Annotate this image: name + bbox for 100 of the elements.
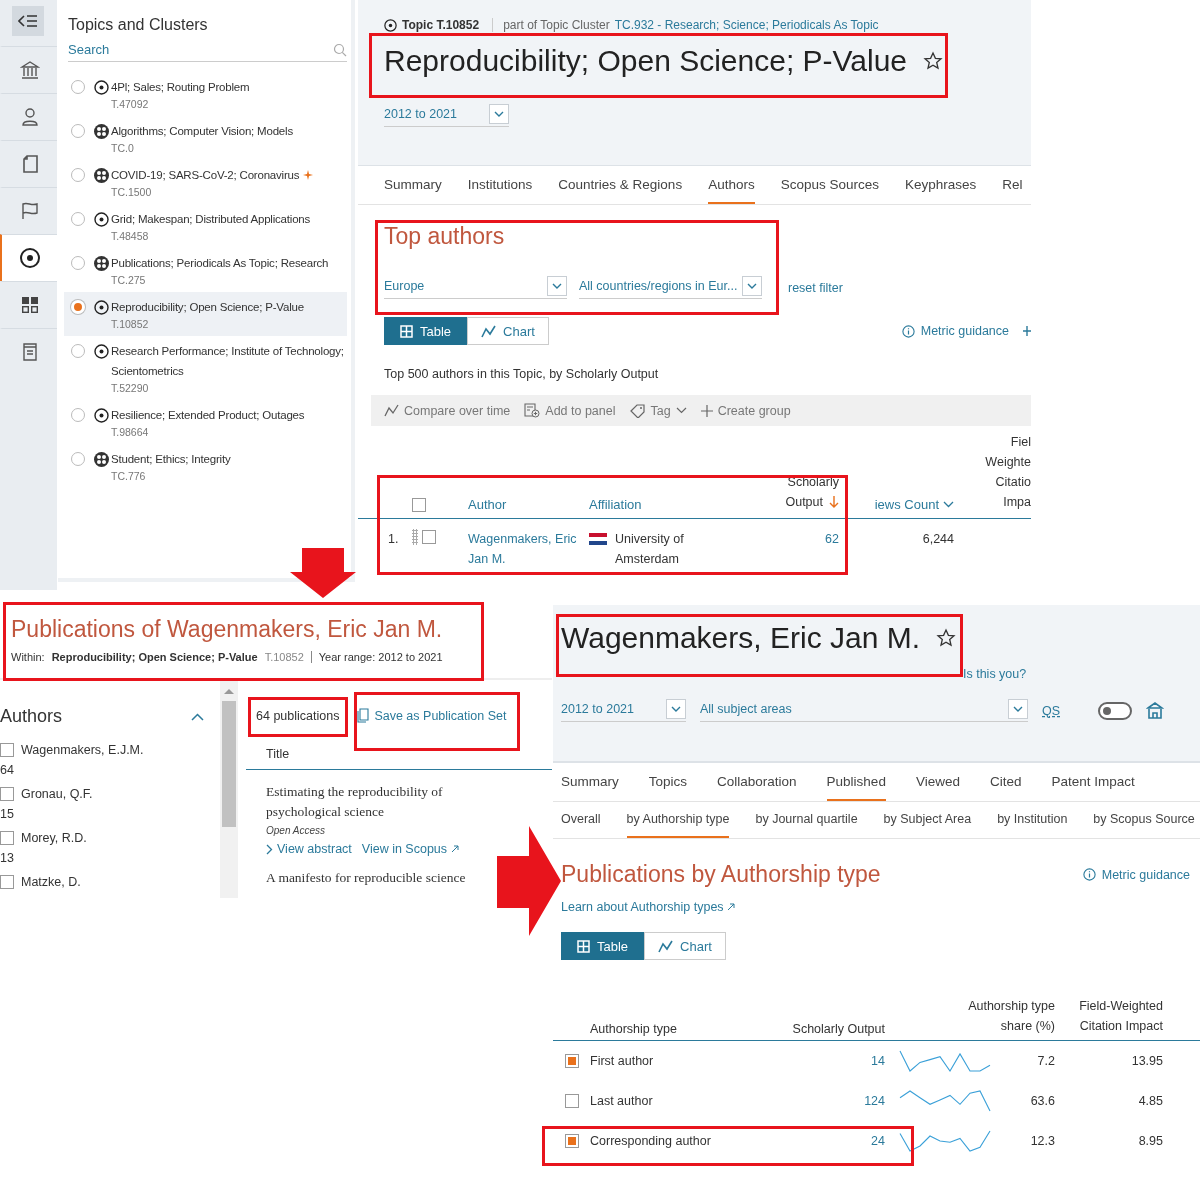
fwci-value: 4.85 xyxy=(1137,1094,1163,1108)
tab[interactable]: Patent Impact xyxy=(1051,763,1135,801)
table-caption: Top 500 authors in this Topic, by Scholarly Output xyxy=(384,367,660,381)
topic-list-item[interactable]: Research Performance; Institute of Technology; Scientometrics T.52290 xyxy=(64,336,347,400)
search-field[interactable]: Search xyxy=(68,40,333,59)
page-title: Publications of Wagenmakers, Eric Jan M. xyxy=(11,616,444,643)
topic-name: 4Pl; Sales; Routing Problem xyxy=(111,80,250,95)
cluster-prefix: part of Topic Cluster xyxy=(492,18,610,32)
topic-list-item[interactable]: Student; Ethics; Integrity TC.776 xyxy=(64,444,347,488)
view-toggle-button[interactable]: Table xyxy=(561,932,645,960)
cluster-link[interactable]: TC.932 - Research; Science; Periodicals As Topic xyxy=(614,18,879,32)
fwci-value: 8.95 xyxy=(1137,1134,1163,1148)
publication-title[interactable]: A manifesto for reproducible science xyxy=(266,868,466,888)
tab[interactable]: Summary xyxy=(384,166,442,204)
access-label: Open Access xyxy=(266,825,327,836)
author-name: Gronau, Q.F. xyxy=(21,787,93,801)
topic-code: TC.275 xyxy=(111,274,147,286)
facet-title: Authors xyxy=(0,706,63,727)
share-value: 63.6 xyxy=(1029,1094,1055,1108)
fwci-value: 13.95 xyxy=(1130,1054,1163,1068)
toolbar-action[interactable]: Tag xyxy=(629,403,687,418)
column-header[interactable]: Scholarly Output xyxy=(785,472,839,512)
topic-code: TC.776 xyxy=(111,470,147,482)
rank-number: 1. xyxy=(387,531,400,548)
column-header: Scholarly Output xyxy=(791,1022,885,1036)
tab[interactable]: Cited xyxy=(989,763,1022,801)
toolbar-action[interactable]: Compare over time xyxy=(384,403,511,418)
topic-code: TC.1500 xyxy=(111,186,153,198)
topic-list-item[interactable]: Publications; Periodicals As Topic; Research TC.275 xyxy=(64,248,347,292)
publication-count: 64 publications xyxy=(256,708,340,723)
view-abstract-link[interactable]: View abstract xyxy=(266,842,352,856)
topic-label: Topic T.10852 xyxy=(402,18,480,32)
tab[interactable]: Published xyxy=(826,763,886,801)
toolbar-action[interactable]: Create group xyxy=(700,403,791,418)
column-header[interactable]: Author xyxy=(468,497,589,512)
tab[interactable]: Keyphrases xyxy=(905,166,977,204)
topic-list-item[interactable]: Resilience; Extended Product; Outages T.98664 xyxy=(64,400,347,444)
column-header: Title xyxy=(246,723,552,770)
is-this-you-link[interactable]: Is this you? xyxy=(963,667,1027,681)
year-range-dropdown[interactable]: 2012 to 2021 xyxy=(561,699,686,722)
subtab[interactable]: by Institution xyxy=(997,802,1068,838)
column-header[interactable]: Affiliation xyxy=(589,497,739,512)
publication-count: 13 xyxy=(0,851,15,865)
learn-more-link[interactable]: Learn about Authorship types xyxy=(561,900,1190,914)
subtab[interactable]: by Scopus Source xyxy=(1093,802,1195,838)
column-header: Authorship type xyxy=(590,1022,678,1036)
qs-link[interactable]: QS xyxy=(1042,703,1061,718)
tab[interactable]: Topics xyxy=(648,763,688,801)
author-name: Morey, R.D. xyxy=(21,831,87,845)
column-header: Authorship type share (%) xyxy=(968,998,1055,1035)
tab[interactable]: Viewed xyxy=(915,763,960,801)
topic-list-item[interactable]: Grid; Makespan; Distributed Applications T.48458 xyxy=(64,204,347,248)
tab[interactable]: Rel xyxy=(1002,166,1023,204)
output-value[interactable]: 124 xyxy=(864,1094,885,1108)
column-header[interactable]: iews Count xyxy=(839,497,954,512)
toolbar-action[interactable]: Add to panel xyxy=(524,403,616,418)
subtab[interactable]: Overall xyxy=(561,802,601,838)
topic-name: Publications; Periodicals As Topic; Research xyxy=(111,256,329,271)
reset-filter-link[interactable]: reset filter xyxy=(788,280,843,295)
view-in-scopus-link[interactable]: View in Scopus xyxy=(361,842,460,856)
author-link[interactable]: Wagenmakers, Eric Jan M. xyxy=(468,529,589,569)
save-publication-set-link[interactable]: Save as Publication Set xyxy=(357,708,507,723)
authorship-type: Corresponding author xyxy=(590,1134,712,1148)
topic-name: COVID-19; SARS-CoV-2; Coronavirus xyxy=(111,168,300,183)
view-toggle-button[interactable]: Chart xyxy=(467,317,549,345)
tab[interactable]: Scopus Sources xyxy=(780,166,879,204)
year-range-text: Year range: 2012 to 2021 xyxy=(318,651,443,663)
tab[interactable]: Authors xyxy=(708,166,755,204)
subtab[interactable]: by Journal quartile xyxy=(755,802,858,838)
subject-area-dropdown[interactable]: All subject areas xyxy=(700,699,1028,722)
region-dropdown[interactable]: Europe xyxy=(384,276,567,299)
tab[interactable]: Summary xyxy=(561,763,619,801)
tab[interactable]: Collaboration xyxy=(717,763,797,801)
views-value: 6,244 xyxy=(922,531,954,548)
topic-list-item[interactable]: COVID-19; SARS-CoV-2; Coronavirus TC.1500 xyxy=(64,160,347,204)
view-toggle-button[interactable]: Table xyxy=(384,317,468,345)
column-header[interactable]: Fiel Weighte Citatio Impa xyxy=(985,432,1031,512)
output-value[interactable]: 62 xyxy=(825,529,839,549)
topic-name: Research Performance; Institute of Technology; Scientometrics xyxy=(111,344,345,379)
output-value[interactable]: 14 xyxy=(871,1054,885,1068)
topic-list-item[interactable]: Algorithms; Computer Vision; Models TC.0 xyxy=(64,116,347,160)
share-value: 12.3 xyxy=(1029,1134,1055,1148)
view-toggle-button[interactable]: Chart xyxy=(644,932,726,960)
column-header: Field-Weighted Citation Impact xyxy=(1079,998,1163,1035)
topic-list-item[interactable]: Reproducibility; Open Science; P-Value T.10852 xyxy=(64,292,347,336)
year-range-dropdown[interactable]: 2012 to 2021 xyxy=(384,104,509,127)
output-value[interactable]: 24 xyxy=(871,1134,885,1148)
metric-guidance-link[interactable]: Metric guidance xyxy=(1082,867,1190,882)
topic-name: Reproducibility; Open Science; P-Value xyxy=(111,300,304,315)
metric-guidance-link[interactable]: Metric guidance xyxy=(901,324,1009,338)
topic-code: T.52290 xyxy=(111,382,150,394)
topic-code: TC.0 xyxy=(111,142,135,154)
publication-title[interactable]: Estimating the reproducibility of psychological science xyxy=(266,782,506,822)
subtab[interactable]: by Authorship type xyxy=(626,802,730,838)
affiliation-text: University of Amsterdam xyxy=(615,531,685,568)
country-dropdown[interactable]: All countries/regions in Eur... xyxy=(579,276,762,299)
subtab[interactable]: by Subject Area xyxy=(883,802,972,838)
tab[interactable]: Institutions xyxy=(467,166,533,204)
topic-list-item[interactable]: 4Pl; Sales; Routing Problem T.47092 xyxy=(64,72,347,116)
tab[interactable]: Countries & Regions xyxy=(558,166,683,204)
